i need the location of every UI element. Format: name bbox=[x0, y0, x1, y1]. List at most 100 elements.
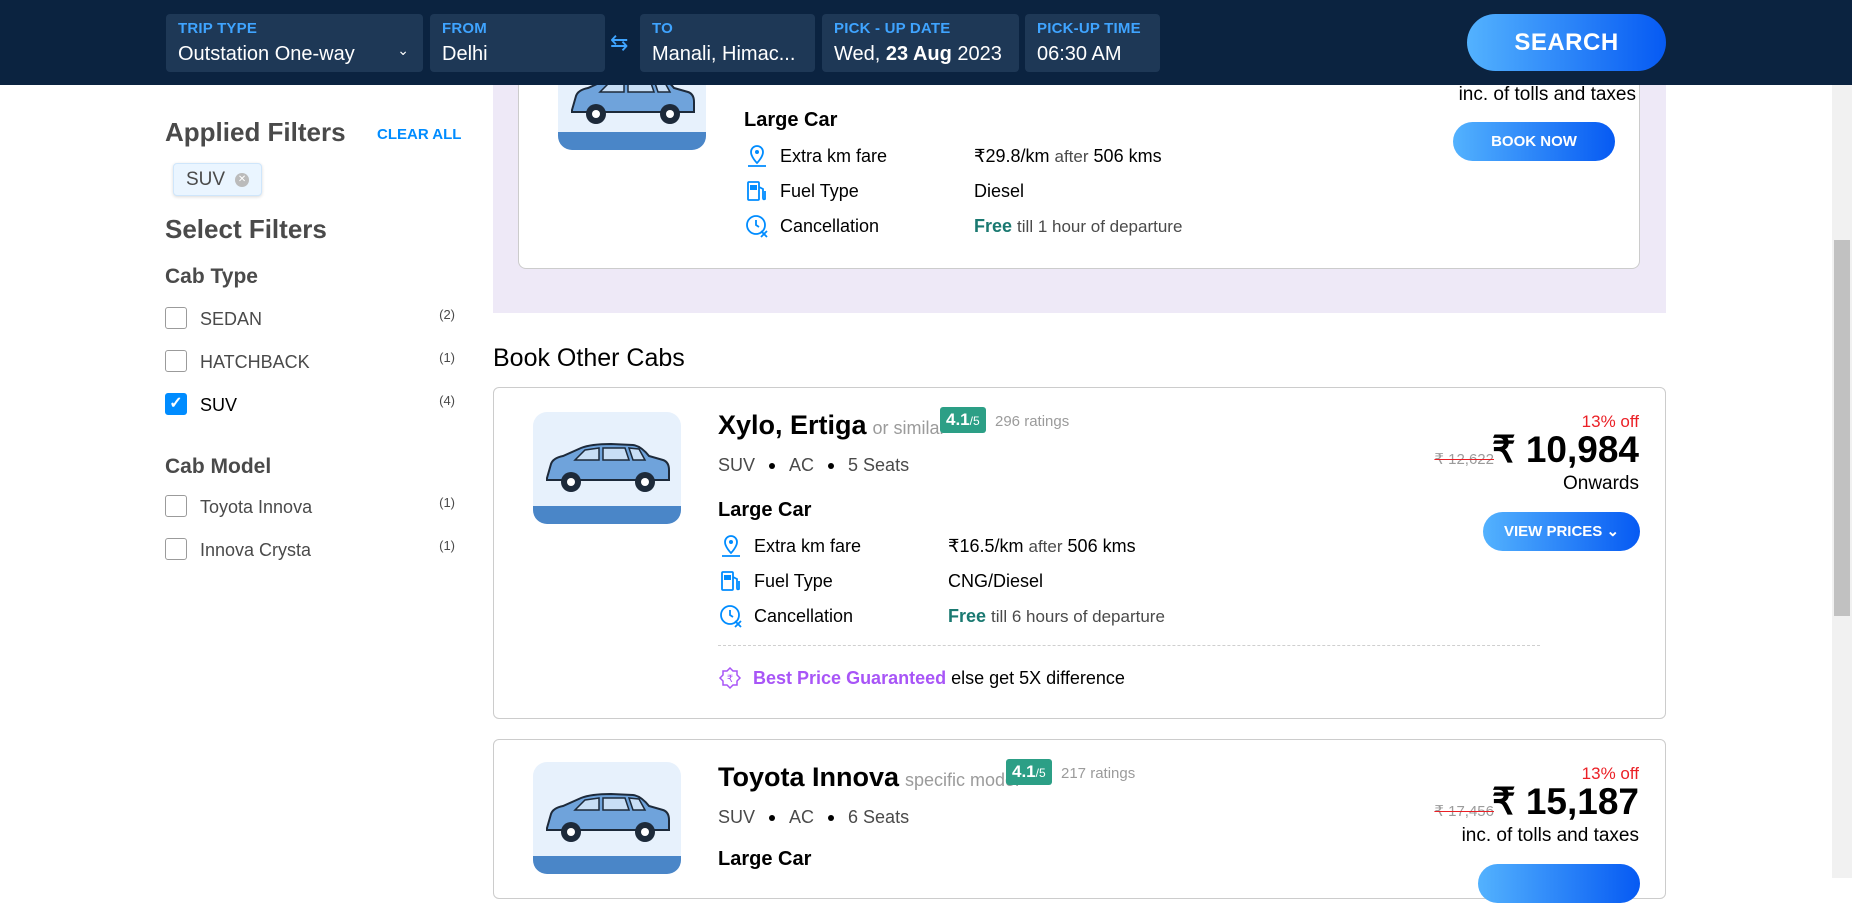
price-note: Onwards bbox=[1562, 473, 1639, 494]
checkbox-checked[interactable]: ✓ bbox=[165, 393, 187, 415]
fuel-type-row: Fuel Type Diesel bbox=[744, 178, 1244, 206]
extra-fare-row: Extra km fare ₹16.5/km after 506 kms bbox=[718, 533, 1218, 561]
filter-innova-crysta[interactable]: Innova Crysta (1) bbox=[165, 536, 455, 562]
car-category: Large Car bbox=[744, 109, 838, 131]
suv-car-icon bbox=[546, 792, 670, 842]
fuel-type-row: Fuel Type CNG/Diesel bbox=[718, 568, 1218, 596]
fare: ₹16.5/km bbox=[948, 536, 1024, 556]
filter-label: SUV bbox=[200, 395, 238, 415]
price-note: inc. of tolls and taxes bbox=[1461, 825, 1639, 846]
checkbox[interactable] bbox=[165, 307, 187, 329]
filter-count: (4) bbox=[439, 393, 455, 408]
car-category: Large Car bbox=[718, 848, 812, 870]
fare: ₹29.8/km bbox=[974, 146, 1050, 166]
chevron-down-icon: ⌄ bbox=[1606, 523, 1620, 540]
filter-suv[interactable]: ✓ SUV (4) bbox=[165, 391, 455, 417]
similar-note: or similar bbox=[872, 418, 946, 438]
chip-label: SUV bbox=[186, 169, 226, 190]
separator-dot bbox=[769, 463, 776, 470]
view-prices-button[interactable]: VIEW PRICES ⌄ bbox=[1483, 512, 1640, 551]
search-button[interactable]: SEARCH bbox=[1467, 14, 1666, 71]
trip-type-select[interactable]: TRIP TYPE Outstation One-way ⌄ bbox=[166, 14, 423, 72]
filter-toyota-innova[interactable]: Toyota Innova (1) bbox=[165, 493, 455, 519]
cab-specs: SUV AC 5 Seats bbox=[718, 455, 909, 476]
filter-label: Innova Crysta bbox=[200, 540, 312, 560]
cancellation-terms: till 1 hour of departure bbox=[1017, 217, 1183, 236]
cab-type-heading: Cab Type bbox=[165, 265, 258, 288]
kms: 506 kms bbox=[1067, 536, 1136, 556]
rating-badge: 4.1/5 bbox=[940, 407, 986, 433]
fuel-pump-icon bbox=[747, 181, 766, 201]
cab-price: ₹ 10,984 bbox=[1492, 429, 1639, 470]
spec-seats: 5 Seats bbox=[848, 455, 910, 475]
cab-card-toyota-innova: Toyota Innova specific model 4.1/5 217 ra… bbox=[493, 739, 1666, 903]
scrollbar-thumb[interactable] bbox=[1834, 240, 1850, 616]
chevron-down-icon: ⌄ bbox=[397, 42, 409, 58]
free-label: Free bbox=[974, 216, 1013, 236]
extra-fare-row: Extra km fare ₹29.8/km after 506 kms bbox=[744, 143, 1244, 171]
spec-ac: AC bbox=[789, 807, 815, 827]
applied-filter-chip[interactable]: SUV ✕ bbox=[173, 163, 263, 196]
cab-title: Toyota Innova specific model bbox=[718, 762, 1019, 793]
cancellation-value: Free till 1 hour of departure bbox=[974, 216, 1182, 237]
book-now-button[interactable]: BOOK NOW bbox=[1453, 122, 1615, 161]
from-field[interactable]: FROM Delhi bbox=[430, 14, 605, 72]
filter-count: (1) bbox=[439, 538, 455, 553]
filter-hatchback[interactable]: HATCHBACK (1) bbox=[165, 348, 455, 374]
spec-type: SUV bbox=[718, 455, 756, 475]
extra-fare-label: Extra km fare bbox=[780, 146, 888, 166]
checkbox[interactable] bbox=[165, 350, 187, 372]
pickup-date-field[interactable]: PICK - UP DATE Wed, 23 Aug 2023 bbox=[822, 14, 1019, 72]
filter-count: (1) bbox=[439, 350, 455, 365]
pickup-date-value: Wed, 23 Aug 2023 bbox=[834, 43, 1007, 66]
pickup-year: 2023 bbox=[957, 43, 1002, 65]
filter-count: (1) bbox=[439, 495, 455, 510]
spec-seats: 6 Seats bbox=[848, 807, 910, 827]
cab-name: Xylo, Ertiga bbox=[718, 410, 867, 440]
remove-chip-icon[interactable]: ✕ bbox=[235, 172, 250, 187]
location-pin-icon bbox=[722, 535, 740, 557]
divider bbox=[718, 645, 1540, 646]
clear-all-link[interactable]: CLEAR ALL bbox=[377, 126, 461, 143]
pickup-time-value: 06:30 AM bbox=[1037, 43, 1122, 65]
original-price: ₹ 12,622 bbox=[1434, 451, 1494, 468]
fuel-type-label: Fuel Type bbox=[780, 181, 859, 201]
trip-type-label: TRIP TYPE bbox=[178, 20, 258, 37]
to-field[interactable]: TO Manali, Himac... bbox=[640, 14, 815, 72]
car-category: Large Car bbox=[718, 499, 812, 521]
trip-type-value: Outstation One-way bbox=[178, 43, 355, 65]
from-value: Delhi bbox=[442, 43, 488, 65]
rating-scale: /5 bbox=[1035, 766, 1046, 780]
free-label: Free bbox=[948, 606, 987, 626]
fuel-type-label: Fuel Type bbox=[754, 571, 833, 591]
clock-cancel-icon bbox=[746, 215, 768, 238]
cab-name: Toyota Innova bbox=[718, 762, 900, 792]
separator-dot bbox=[828, 463, 835, 470]
car-image bbox=[533, 412, 681, 524]
checkbox[interactable] bbox=[165, 538, 187, 560]
rating-badge: 4.1/5 bbox=[1006, 759, 1052, 785]
bpg-terms: else get 5X difference bbox=[951, 667, 1125, 688]
cancellation-row: Cancellation Free till 1 hour of departu… bbox=[744, 213, 1244, 241]
filter-label: HATCHBACK bbox=[200, 352, 310, 372]
swap-icon[interactable]: ⇆ bbox=[610, 30, 628, 56]
cab-model-heading: Cab Model bbox=[165, 455, 272, 478]
cancellation-label: Cancellation bbox=[754, 606, 854, 626]
original-price: ₹ 17,456 bbox=[1434, 803, 1494, 820]
pickup-time-field[interactable]: PICK-UP TIME 06:30 AM bbox=[1025, 14, 1160, 72]
view-prices-button[interactable] bbox=[1478, 864, 1640, 903]
to-value: Manali, Himac... bbox=[652, 43, 796, 65]
spec-type: SUV bbox=[718, 807, 756, 827]
cancellation-label: Cancellation bbox=[780, 216, 880, 236]
filter-sedan[interactable]: SEDAN (2) bbox=[165, 305, 455, 331]
car-image-base bbox=[533, 856, 681, 874]
checkbox[interactable] bbox=[165, 495, 187, 517]
cab-specs: SUV AC 6 Seats bbox=[718, 807, 909, 828]
pickup-time-label: PICK-UP TIME bbox=[1037, 20, 1141, 37]
from-label: FROM bbox=[442, 20, 487, 37]
ratings-count: 296 ratings bbox=[995, 413, 1070, 430]
pickup-date-label: PICK - UP DATE bbox=[834, 20, 951, 37]
spec-ac: AC bbox=[789, 455, 815, 475]
pickup-date: 23 Aug bbox=[885, 43, 952, 65]
to-label: TO bbox=[652, 20, 673, 37]
